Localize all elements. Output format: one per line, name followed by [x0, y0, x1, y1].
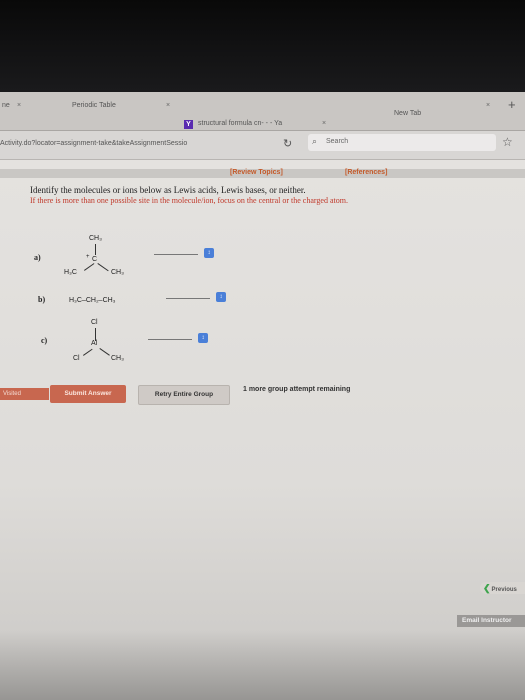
tab-close-icon[interactable]: × [166, 102, 170, 109]
question-b-label: b) [38, 295, 46, 304]
url-field[interactable]: Activity.do?locator=assignment-take&take… [0, 140, 187, 147]
bond [95, 244, 96, 255]
select-arrows-icon[interactable]: ↕ [216, 292, 226, 302]
yahoo-icon: Y [184, 120, 193, 129]
atom-center: Al [91, 340, 98, 347]
reload-icon[interactable]: ↻ [283, 137, 292, 150]
tab-new-tab[interactable]: New Tab [394, 110, 421, 117]
assignment-page: [Review Topics] [References] Identify th… [0, 160, 525, 700]
address-bar: Activity.do?locator=assignment-take&take… [0, 131, 525, 160]
atom-right: CH₃ [111, 269, 124, 276]
topics-bar: [Review Topics] [References] [0, 169, 525, 178]
submit-answer-button[interactable]: Submit Answer [50, 385, 126, 403]
email-instructor-button[interactable]: Email Instructor [457, 615, 525, 627]
tab-periodic-table[interactable]: Periodic Table [72, 102, 116, 109]
charge: + [86, 254, 90, 260]
new-tab-button[interactable]: + [508, 97, 516, 112]
answer-select-c[interactable]: ↕ [146, 333, 209, 344]
visited-badge: Visited [0, 388, 49, 400]
attempts-remaining: 1 more group attempt remaining [243, 386, 351, 393]
tab-partial[interactable]: ne [2, 102, 10, 109]
atom-top: CH₃ [89, 235, 102, 242]
bond [99, 348, 110, 356]
question-c-label: c) [41, 336, 48, 345]
atom-center: C [92, 256, 98, 263]
monitor-bezel [0, 0, 525, 92]
atom-top: Cl [91, 319, 98, 326]
answer-select-b[interactable]: ↕ [164, 292, 227, 303]
question-a-label: a) [34, 253, 41, 262]
question-instruction: If there is more than one possible site … [30, 196, 348, 205]
atom-left: Cl [73, 355, 80, 362]
review-topics-link[interactable]: [Review Topics] [230, 169, 283, 176]
search-placeholder: Search [326, 138, 349, 145]
tab-close-icon[interactable]: × [17, 102, 21, 109]
previous-label: Previous [491, 587, 517, 593]
previous-button[interactable]: ❮Previous [480, 582, 525, 594]
molecule-b-formula: H₃C–CH₂–CH₃ [69, 297, 116, 304]
chevron-left-icon: ❮ [483, 583, 491, 593]
select-arrows-icon[interactable]: ↕ [204, 248, 214, 258]
retry-group-button[interactable]: Retry Entire Group [138, 385, 230, 405]
tab-structural-formula[interactable]: structural formula cn- - - Ya [198, 120, 282, 127]
search-input[interactable]: ⌕ Search [308, 134, 496, 151]
tab-close-icon[interactable]: × [322, 120, 326, 127]
question-prompt: Identify the molecules or ions below as … [30, 185, 306, 195]
atom-left: H₃C [64, 269, 77, 276]
bond [97, 263, 109, 272]
search-icon: ⌕ [312, 136, 318, 146]
browser-tab-bar: ne × Periodic Table × Y structural formu… [0, 92, 525, 131]
references-link[interactable]: [References] [345, 169, 387, 176]
bond [83, 348, 93, 356]
bond [84, 263, 95, 271]
atom-right: CH₃ [111, 355, 124, 362]
select-arrows-icon[interactable]: ↕ [198, 333, 208, 343]
answer-select-a[interactable]: ↕ [152, 248, 215, 259]
bookmark-star-icon[interactable]: ☆ [502, 135, 513, 149]
screen-shadow [0, 630, 525, 700]
tab-close-icon[interactable]: × [486, 102, 490, 109]
